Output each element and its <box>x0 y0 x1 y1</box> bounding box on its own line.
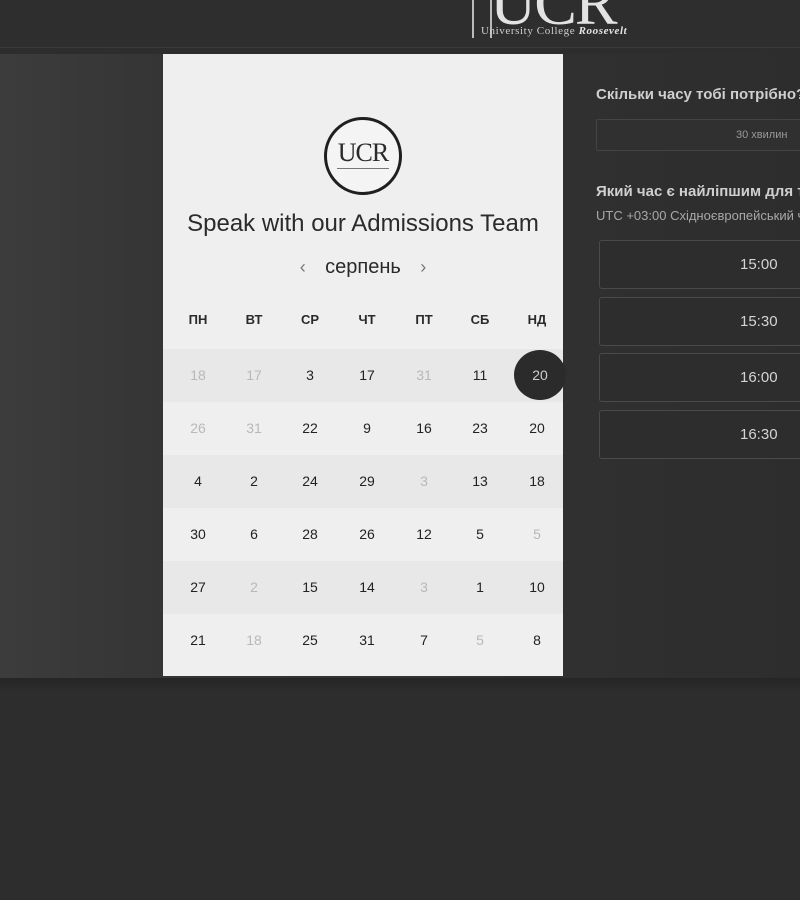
time-question: Який час є найліпшим для тебе? <box>596 183 800 200</box>
logo-subtitle: University College Roosevelt <box>481 25 627 37</box>
chevron-left-icon[interactable]: ‹ <box>291 257 315 278</box>
calendar-day[interactable]: 22 <box>287 402 333 455</box>
weekday-label: СБ <box>470 312 490 327</box>
calendar-day[interactable]: 23 <box>457 402 503 455</box>
calendar-day: 3 <box>420 579 428 595</box>
calendar-week-row: 26 31 22 9 16 23 20 <box>163 402 563 455</box>
calendar-day[interactable]: 10 <box>514 561 560 614</box>
duration-select[interactable]: 30 хвилин <box>596 119 800 151</box>
duration-value: 30 хвилин <box>736 129 788 141</box>
duration-question: Скільки часу тобі потрібно? <box>596 86 800 103</box>
calendar-day[interactable]: 29 <box>344 455 390 508</box>
calendar-day[interactable]: 13 <box>457 455 503 508</box>
calendar-day[interactable]: 16 <box>401 402 447 455</box>
calendar-day[interactable]: 1 <box>457 561 503 614</box>
card-title: Speak with our Admissions Team <box>187 210 539 237</box>
calendar-day[interactable]: 21 <box>175 614 221 667</box>
calendar-day[interactable]: 24 <box>287 455 333 508</box>
time-slot-button[interactable]: 15:00 <box>599 240 800 289</box>
timezone-label: UTC +03:00 Східноєвропейський час <box>596 208 800 223</box>
month-label: серпень <box>325 256 401 278</box>
calendar-day[interactable]: 8 <box>514 614 560 667</box>
calendar-day[interactable]: 28 <box>287 508 333 561</box>
weekday-label: СР <box>300 312 320 327</box>
ucr-circle-logo: UCR <box>324 117 402 195</box>
calendar-day[interactable]: 30 <box>175 508 221 561</box>
time-slot-button[interactable]: 16:00 <box>599 353 800 402</box>
calendar-day[interactable]: 20 <box>514 402 560 455</box>
calendar-day[interactable]: 3 <box>287 349 333 402</box>
calendar-day[interactable]: 18 <box>514 455 560 508</box>
calendar-day[interactable]: 17 <box>344 349 390 402</box>
calendar-day[interactable]: 7 <box>401 614 447 667</box>
calendar-day[interactable]: 26 <box>344 508 390 561</box>
calendar-day[interactable]: 6 <box>231 508 277 561</box>
calendar-week-row: 18 17 3 17 31 11 20 <box>163 349 566 402</box>
calendar-day: 3 <box>420 473 428 489</box>
calendar-day: 17 <box>246 367 262 383</box>
band-shadow <box>0 678 800 692</box>
logo-subtitle-a: University College <box>481 25 579 37</box>
weekday-label: ЧТ <box>358 312 376 327</box>
time-slot-label: 16:00 <box>740 369 778 386</box>
circle-logo-text: UCR <box>337 138 389 167</box>
calendar-day: 31 <box>416 367 432 383</box>
ucr-header-logo[interactable]: UCR University College Roosevelt <box>470 0 660 40</box>
month-navigation: ‹ серпень › <box>163 256 563 284</box>
time-slot-label: 15:00 <box>740 256 778 273</box>
weekday-label: ПН <box>188 312 208 327</box>
time-slot-label: 16:30 <box>740 426 778 443</box>
calendar-week-row: 27 2 15 14 3 1 10 <box>163 561 563 614</box>
calendar-day[interactable]: 11 <box>457 349 503 402</box>
calendar-week-row: 4 2 24 29 3 13 18 <box>163 455 563 508</box>
weekday-label: НД <box>527 312 547 327</box>
calendar-day: 31 <box>246 420 262 436</box>
calendar-day[interactable]: 15 <box>287 561 333 614</box>
calendar-day[interactable]: 25 <box>287 614 333 667</box>
calendar-card: UCR Speak with our Admissions Team ‹ сер… <box>163 54 566 676</box>
calendar-day: 2 <box>250 579 258 595</box>
circle-logo-rule <box>337 168 389 170</box>
calendar-day[interactable]: 2 <box>231 455 277 508</box>
time-slot-label: 15:30 <box>740 313 778 330</box>
calendar-day[interactable]: 31 <box>344 614 390 667</box>
calendar-week-row: 30 6 28 26 12 5 5 <box>163 508 563 561</box>
calendar-day[interactable]: 4 <box>175 455 221 508</box>
calendar-day: 18 <box>246 632 262 648</box>
chevron-right-icon[interactable]: › <box>411 257 435 278</box>
calendar-day: 5 <box>476 632 484 648</box>
weekday-label: ВТ <box>245 312 263 327</box>
logo-subtitle-b: Roosevelt <box>578 25 628 37</box>
weekday-label: ПТ <box>415 312 433 327</box>
time-slot-button[interactable]: 15:30 <box>599 297 800 346</box>
calendar-day[interactable]: 27 <box>175 561 221 614</box>
calendar-day: 26 <box>190 420 206 436</box>
calendar-week-row: 21 18 25 31 7 5 8 <box>163 614 563 667</box>
top-header: UCR University College Roosevelt <box>0 0 800 48</box>
calendar-day-selected[interactable]: 20 <box>514 350 566 400</box>
calendar-day: 5 <box>533 526 541 542</box>
time-slot-button[interactable]: 16:30 <box>599 410 800 459</box>
weekday-header: ПН ВТ СР ЧТ ПТ СБ НД <box>163 312 563 332</box>
calendar-day[interactable]: 14 <box>344 561 390 614</box>
calendar-day: 18 <box>190 367 206 383</box>
calendar-day[interactable]: 5 <box>457 508 503 561</box>
calendar-day[interactable]: 9 <box>344 402 390 455</box>
calendar-day[interactable]: 12 <box>401 508 447 561</box>
